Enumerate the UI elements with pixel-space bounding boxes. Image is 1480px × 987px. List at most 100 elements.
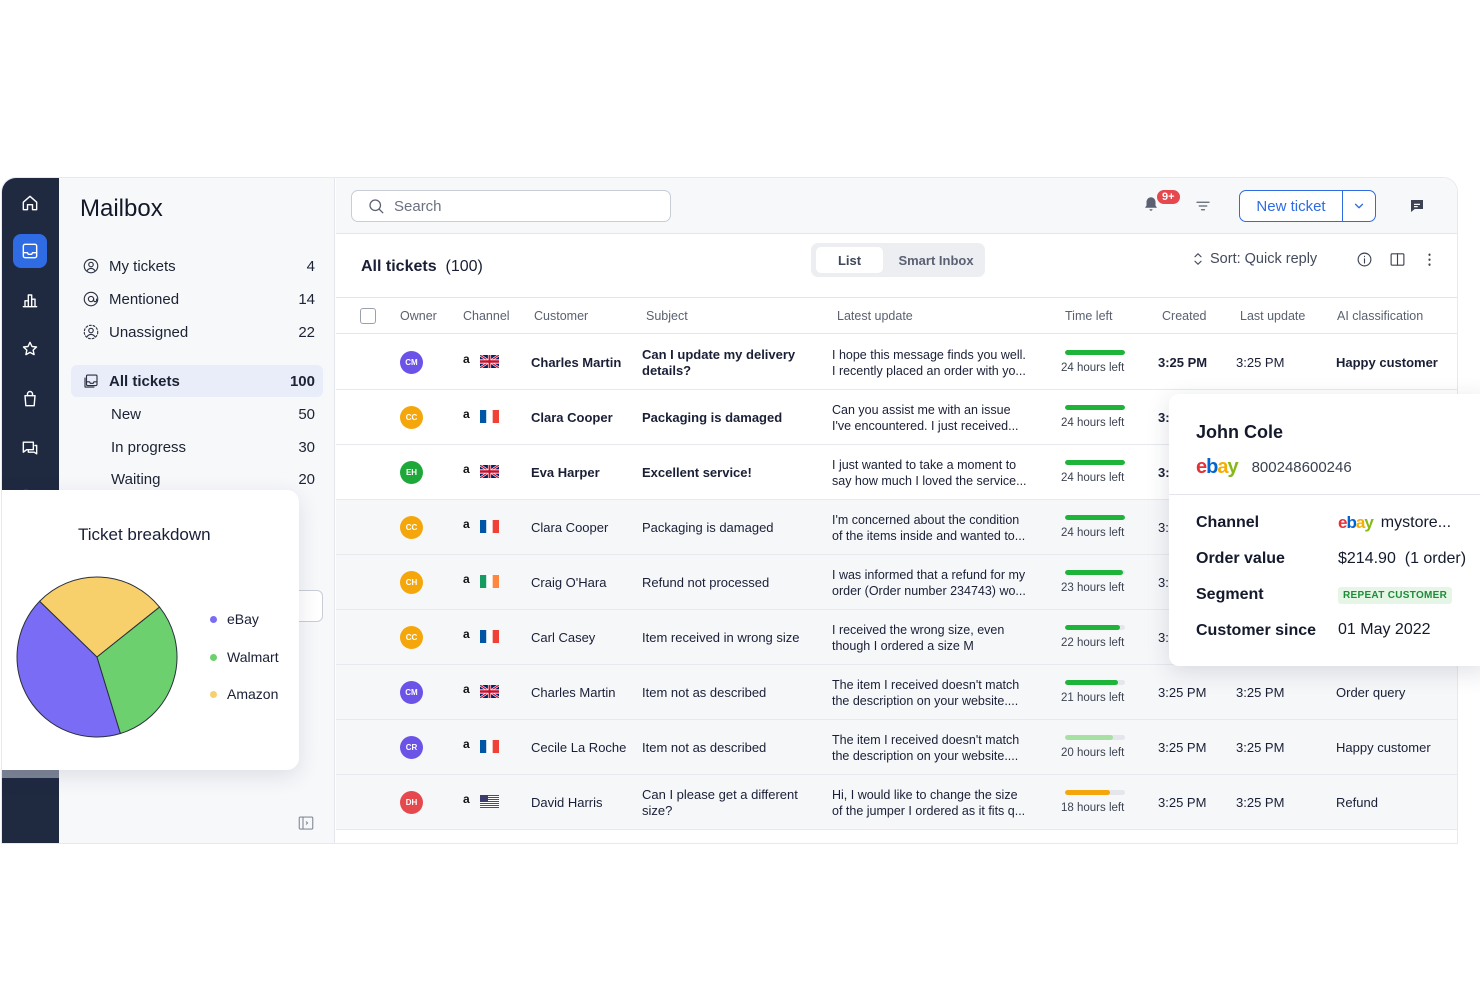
- column-header-customer[interactable]: Customer: [534, 309, 588, 323]
- inbox-icon[interactable]: [13, 234, 47, 268]
- ticket-subject: Packaging is damaged: [642, 409, 783, 425]
- columns-icon[interactable]: [1389, 251, 1407, 269]
- list-header: All tickets (100) List Smart Inbox Sort:…: [336, 234, 1457, 298]
- chat-icon[interactable]: [1408, 197, 1428, 217]
- latest-update-line: I'm concerned about the condition: [832, 512, 1020, 527]
- column-header-subject[interactable]: Subject: [646, 309, 688, 323]
- analytics-icon[interactable]: [13, 283, 47, 317]
- legend-label: eBay: [227, 611, 259, 627]
- latest-update-line: I received the wrong size, even: [832, 622, 1005, 637]
- ai-classification: Refund: [1336, 795, 1378, 810]
- ticket-breakdown-card: Ticket breakdown eBay Walmart Amazon: [2, 490, 299, 770]
- star-icon[interactable]: [13, 332, 47, 366]
- sidebar-item-count: 4: [306, 257, 315, 275]
- sidebar-item-in-progress[interactable]: In progress 30: [71, 431, 323, 463]
- time-left-fill: [1065, 680, 1118, 685]
- time-left-text: 24 hours left: [1061, 472, 1125, 484]
- time-left-text: 23 hours left: [1061, 582, 1125, 594]
- ebay-logo: ebay: [1338, 513, 1374, 532]
- tab-list[interactable]: List: [816, 247, 883, 273]
- created-time: 3:25 PM: [1158, 740, 1207, 755]
- latest-update-line: I was informed that a refund for my: [832, 567, 1026, 582]
- select-all-checkbox[interactable]: [360, 308, 376, 324]
- flag-fr-icon: [480, 520, 499, 533]
- filter-icon[interactable]: [1194, 197, 1214, 215]
- ticket-subject: Refund not processed: [642, 574, 770, 590]
- time-left-bar: [1065, 515, 1125, 520]
- column-header-channel[interactable]: Channel: [463, 309, 510, 323]
- latest-update: The item I received doesn't match the des…: [832, 720, 1037, 775]
- avatar[interactable]: CC: [400, 626, 423, 649]
- created-time: 3:25 PM: [1158, 355, 1208, 370]
- ticket-subject: Item received in wrong size: [642, 629, 800, 645]
- sidebar-item-unassigned[interactable]: Unassigned 22: [71, 316, 323, 348]
- avatar[interactable]: CR: [400, 736, 423, 759]
- sidebar-item-all-tickets[interactable]: All tickets 100: [71, 365, 323, 397]
- column-header-created[interactable]: Created: [1162, 309, 1206, 323]
- breakdown-pie-chart: [16, 576, 178, 738]
- more-vertical-icon[interactable]: [1421, 251, 1439, 269]
- new-ticket-dropdown[interactable]: [1343, 190, 1376, 222]
- amazon-icon: a: [463, 572, 470, 586]
- view-toggle: List Smart Inbox: [811, 243, 985, 277]
- sidebar-item-label: New: [111, 405, 142, 423]
- time-left-text: 21 hours left: [1061, 692, 1125, 704]
- column-header-latest-update[interactable]: Latest update: [837, 309, 913, 323]
- customer-name: David Harris: [531, 795, 603, 810]
- sidebar-item-count: 20: [298, 470, 315, 488]
- divider: [1169, 494, 1480, 495]
- sidebar-item-label: Unassigned: [109, 323, 189, 341]
- avatar[interactable]: CC: [400, 516, 423, 539]
- sidebar-item-label: In progress: [111, 438, 187, 456]
- search-box[interactable]: [351, 190, 671, 222]
- search-input[interactable]: [394, 197, 634, 215]
- avatar[interactable]: CC: [400, 406, 423, 429]
- list-title: All tickets: [361, 258, 437, 275]
- sidebar-item-label: All tickets: [109, 372, 180, 390]
- collapse-sidebar-icon[interactable]: [297, 814, 315, 832]
- sidebar-item-mentioned[interactable]: Mentioned 14: [71, 283, 323, 315]
- table-row[interactable]: DH a David Harris Can I please get a differ…: [336, 775, 1457, 830]
- sort-control[interactable]: Sort: Quick reply: [1192, 251, 1317, 267]
- table-row[interactable]: CM a Charles Martin Can I update my deliver…: [336, 335, 1457, 390]
- top-bar: 9+ New ticket: [336, 178, 1457, 234]
- column-header-last-update[interactable]: Last update: [1240, 309, 1305, 323]
- column-header-time-left[interactable]: Time left: [1065, 309, 1112, 323]
- amazon-icon: a: [463, 517, 470, 531]
- user-circle-icon: [81, 256, 101, 276]
- latest-update-line: the description on your website....: [832, 693, 1019, 708]
- avatar[interactable]: CM: [400, 351, 423, 374]
- avatar[interactable]: CH: [400, 571, 423, 594]
- segment-label: Segment: [1196, 586, 1264, 603]
- time-left-bar: [1065, 625, 1125, 630]
- new-ticket-button[interactable]: New ticket: [1239, 190, 1343, 222]
- tab-smart-inbox[interactable]: Smart Inbox: [893, 247, 979, 273]
- info-icon[interactable]: [1356, 251, 1374, 269]
- column-header-owner[interactable]: Owner: [400, 309, 437, 323]
- store-name: mystore...: [1380, 514, 1452, 531]
- chevron-down-icon: [1354, 203, 1364, 209]
- table-row[interactable]: CR a Cecile La Roche Item not as described T…: [336, 720, 1457, 775]
- avatar[interactable]: EH: [400, 461, 423, 484]
- home-icon[interactable]: [13, 186, 47, 220]
- sidebar-item-new[interactable]: New 50: [71, 398, 323, 430]
- ticket-subject: Can I update my delivery details?: [642, 346, 796, 378]
- avatar[interactable]: CM: [400, 681, 423, 704]
- order-amount: $214.90: [1338, 550, 1396, 567]
- customer-name: Eva Harper: [531, 465, 600, 480]
- messages-icon[interactable]: [13, 431, 47, 465]
- time-left-bar: [1065, 570, 1125, 575]
- legend-item-amazon: Amazon: [210, 686, 278, 702]
- time-left-text: 20 hours left: [1061, 747, 1125, 759]
- sidebar-item-my-tickets[interactable]: My tickets 4: [71, 250, 323, 282]
- amazon-icon: a: [463, 462, 470, 476]
- avatar[interactable]: DH: [400, 791, 423, 814]
- latest-update-line: Hi, I would like to change the size: [832, 787, 1018, 802]
- flag-uk-icon: [479, 353, 500, 370]
- shopping-bag-icon[interactable]: [13, 382, 47, 416]
- table-row[interactable]: CM a Charles Martin Item not as described Th…: [336, 665, 1457, 720]
- latest-update-line: I just wanted to take a moment to: [832, 457, 1017, 472]
- column-header-ai-classification[interactable]: AI classification: [1337, 309, 1423, 323]
- legend-dot: [210, 615, 217, 623]
- customer-since-label: Customer since: [1196, 622, 1317, 639]
